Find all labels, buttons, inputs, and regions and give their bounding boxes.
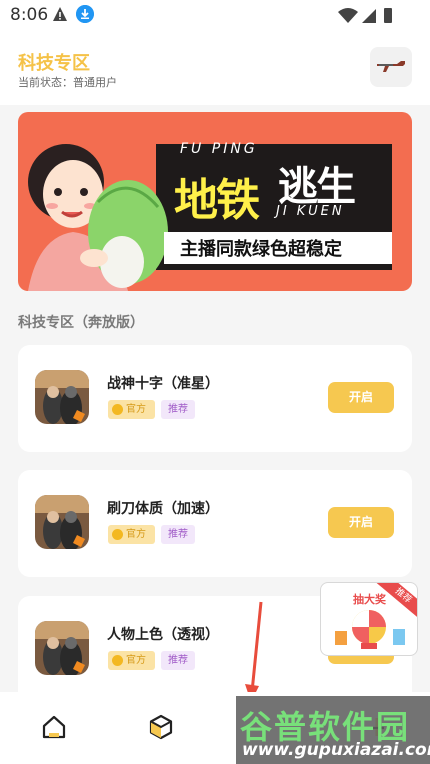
official-icon — [112, 529, 123, 540]
game-thumbnail — [35, 495, 89, 549]
page-title: 科技专区 — [18, 53, 90, 74]
list-item: 战神十字（准星） 官方 推荐 开启 — [18, 345, 412, 452]
status-time: 8:06 — [10, 5, 49, 25]
tag-official: 官方 — [108, 651, 155, 670]
banner-en-bottom: JI KUEN — [276, 204, 345, 219]
item-name: 刷刀体质（加速） — [107, 501, 219, 517]
section-title: 科技专区（奔放版） — [18, 315, 144, 331]
tag-recommend: 推荐 — [161, 651, 195, 670]
tag-recommend: 推荐 — [161, 525, 195, 544]
item-name: 人物上色（透视） — [107, 627, 219, 643]
lottery-float-button[interactable]: 抽大奖 推荐 — [320, 582, 418, 656]
game-thumbnail — [35, 621, 89, 675]
start-button[interactable]: 开启 — [328, 507, 394, 538]
status-bar: 8:06 — [0, 0, 430, 30]
warning-icon — [53, 7, 67, 21]
tag-official: 官方 — [108, 525, 155, 544]
official-icon — [112, 404, 123, 415]
item-name: 战神十字（准星） — [107, 376, 219, 392]
pointer-arrow — [245, 601, 263, 702]
game-thumbnail — [35, 370, 89, 424]
signal-battery-icon — [338, 8, 392, 23]
start-button[interactable]: 开启 — [328, 382, 394, 413]
banner-tagline: 主播同款绿色超稳定 — [164, 232, 392, 264]
watermark-url: www.gupuxiazai.com — [242, 740, 430, 760]
app-header: 科技专区 当前状态：普通用户 — [0, 30, 430, 105]
prize-wheel-icon — [335, 610, 405, 649]
banner-title-part1: 地铁 — [174, 175, 260, 226]
banner-tagline-text: 主播同款绿色超稳定 — [180, 239, 342, 260]
home-icon[interactable] — [41, 714, 67, 740]
official-icon — [112, 655, 123, 666]
banner-en-top: FU PING — [180, 141, 258, 157]
weapon-menu-button[interactable] — [370, 47, 412, 87]
rifle-icon — [377, 61, 405, 72]
user-status-text: 当前状态：普通用户 — [18, 76, 117, 89]
promo-banner[interactable]: FU PING 地铁 逃生 JI KUEN 主播同款绿色超稳定 — [18, 112, 412, 291]
tag-recommend: 推荐 — [161, 400, 195, 419]
list-item: 刷刀体质（加速） 官方 推荐 开启 — [18, 470, 412, 577]
tag-official: 官方 — [108, 400, 155, 419]
watermark: 谷普软件园 www.gupuxiazai.com — [236, 696, 430, 764]
download-icon — [76, 5, 94, 23]
cube-icon[interactable] — [148, 714, 174, 740]
lottery-title: 抽大奖 — [353, 593, 386, 606]
